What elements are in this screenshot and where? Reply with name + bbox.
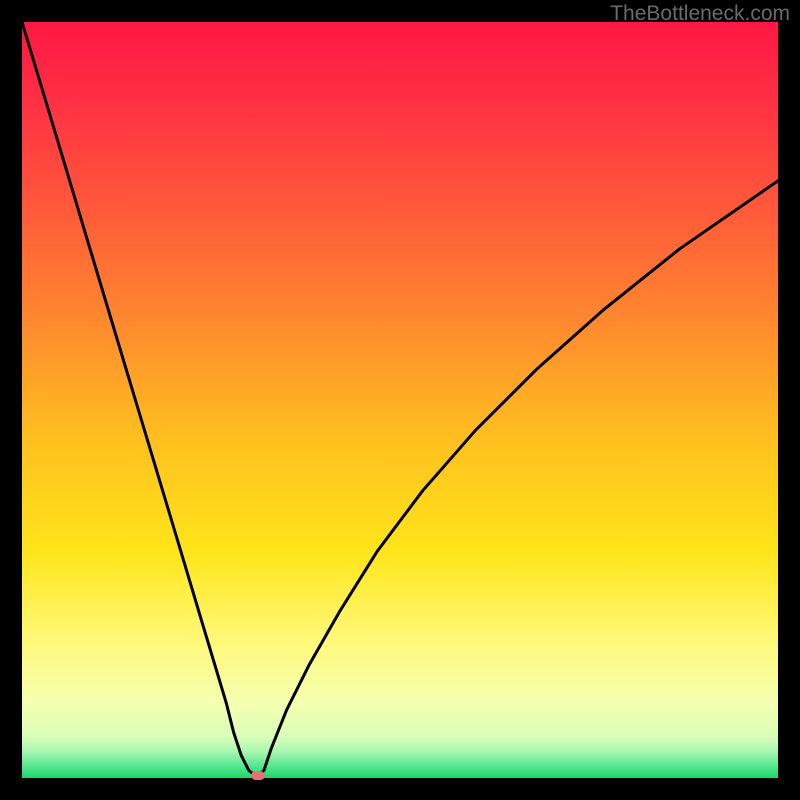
optimal-marker [251,771,265,780]
chart-frame [22,22,778,778]
attribution-text: TheBottleneck.com [610,2,790,26]
bottleneck-curve [22,22,778,778]
